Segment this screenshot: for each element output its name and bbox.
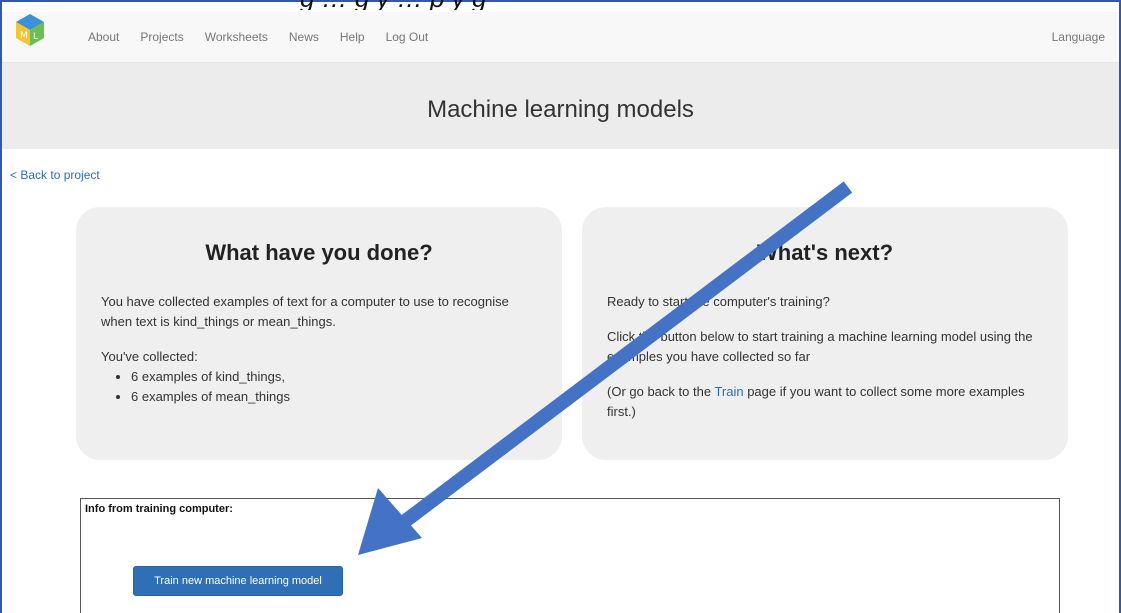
nav-item-projects[interactable]: Projects [140, 30, 183, 44]
svg-text:M: M [20, 31, 28, 41]
train-page-link[interactable]: Train [714, 384, 743, 399]
card-text: (Or go back to the Train page if you wan… [607, 382, 1046, 422]
back-to-project-link[interactable]: < Back to project [10, 168, 100, 182]
navbar: M L About Projects Worksheets News Help … [2, 12, 1119, 63]
collected-label: You've collected: [101, 349, 198, 364]
nav-item-help[interactable]: Help [340, 30, 365, 44]
train-model-button[interactable]: Train new machine learning model [133, 566, 343, 596]
training-info-panel: Info from training computer: Train new m… [80, 498, 1060, 613]
nav-item-worksheets[interactable]: Worksheets [205, 30, 268, 44]
list-item: 6 examples of mean_things [131, 387, 290, 407]
cropped-heading-text: g … g y … p y g [300, 0, 1121, 10]
collected-list: 6 examples of kind_things, 6 examples of… [76, 367, 290, 407]
language-menu[interactable]: Language [1052, 30, 1105, 44]
card-text: You have collected examples of text for … [101, 294, 509, 329]
info-label: Info from training computer: [85, 503, 233, 515]
nav-item-logout[interactable]: Log Out [386, 30, 429, 44]
what-have-you-done-card: What have you done? You have collected e… [76, 207, 562, 460]
page-header: Machine learning models [2, 63, 1119, 149]
card-title: What have you done? [205, 240, 433, 265]
whats-next-card: What's next? Ready to start the computer… [582, 207, 1068, 460]
nav-item-news[interactable]: News [289, 30, 319, 44]
nav-item-about[interactable]: About [88, 30, 119, 44]
list-item: 6 examples of kind_things, [131, 367, 290, 387]
card-text: Click the button below to start training… [607, 329, 1033, 364]
page-title: Machine learning models [427, 96, 694, 123]
card-title: What's next? [756, 240, 894, 265]
card-text: Ready to start the computer's training? [607, 294, 830, 309]
svg-text:L: L [33, 32, 38, 42]
train-page-text-before: (Or go back to the [607, 384, 715, 399]
ml-cube-logo-icon[interactable]: M L [12, 12, 48, 48]
nav-links: About Projects Worksheets News Help Log … [88, 30, 449, 44]
